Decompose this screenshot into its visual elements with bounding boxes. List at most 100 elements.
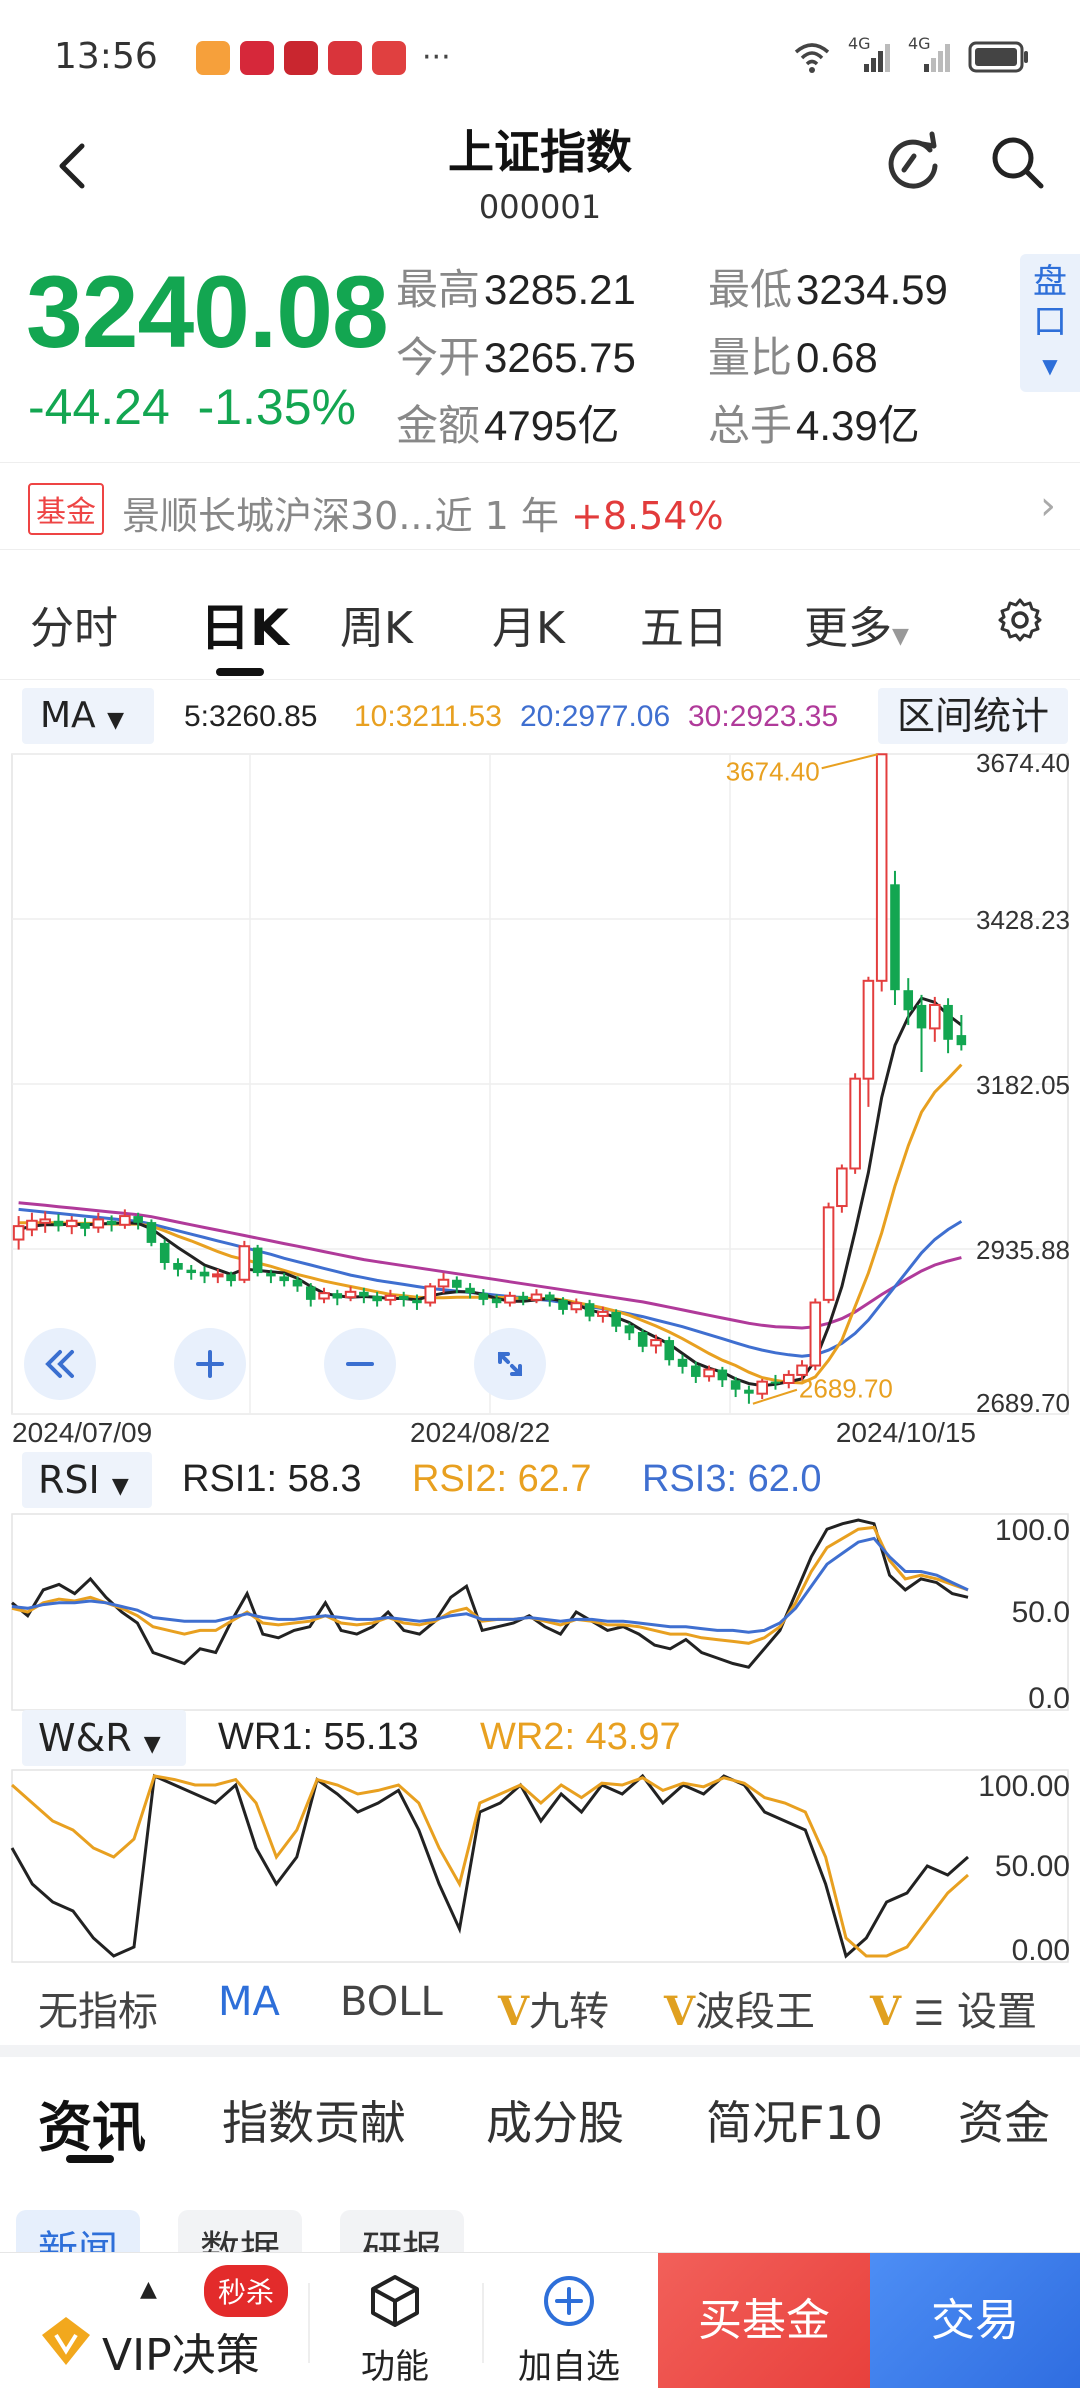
candle-body xyxy=(119,1215,131,1226)
tab-news-feed[interactable]: 资讯 xyxy=(38,2083,146,2162)
candle-body xyxy=(437,1278,450,1288)
refresh-icon[interactable] xyxy=(880,130,946,196)
ma20-value: 20:2977.06 xyxy=(520,700,671,733)
tab-monthly-k[interactable]: 月K xyxy=(492,592,565,656)
wr-chart[interactable]: 100.00 50.00 0.00 xyxy=(0,1768,1080,1964)
change-percent: -1.35% xyxy=(197,379,357,435)
tab-constituents[interactable]: 成分股 xyxy=(486,2087,624,2153)
candle-body xyxy=(332,1293,343,1299)
tab-five-day[interactable]: 五日 xyxy=(640,592,728,656)
fund-text: 景顺长城沪深30...近 1 年 +8.54% xyxy=(122,485,724,540)
candle-body xyxy=(305,1286,316,1300)
stat-volume-ratio: 量比0.68 xyxy=(708,324,878,385)
candle-body xyxy=(359,1291,369,1297)
zoom-in-button[interactable] xyxy=(174,1328,246,1400)
y-tick-label: 2935.88 xyxy=(976,1235,1070,1265)
ma-selector[interactable]: MA ▼ xyxy=(22,688,154,744)
price-change: -44.24 -1.35% xyxy=(28,378,356,436)
ma-selector-label: MA xyxy=(40,695,96,736)
rsi-chart[interactable]: 100.0 50.0 0.0 xyxy=(0,1512,1080,1712)
y-tick-label: 50.00 xyxy=(995,1850,1070,1883)
bottom-action-bar: VIP决策 ▲ 秒杀 功能 加自选 买基金 交易 xyxy=(0,2252,1080,2388)
tab-index-contribution[interactable]: 指数贡献 xyxy=(222,2087,406,2153)
kline-chart[interactable]: 3674.40 3428.23 3182.05 2935.88 2689.70 2024/… xyxy=(0,748,1080,1448)
buy-fund-button[interactable]: 买基金 xyxy=(658,2253,870,2388)
tab-weekly-k[interactable]: 周K xyxy=(340,592,413,656)
candle-body xyxy=(252,1247,263,1274)
scroll-left-button[interactable] xyxy=(24,1328,96,1400)
ma-legend-row: MA ▼ 5:3260.85 10:3211.53 20:2977.06 30:… xyxy=(0,688,1080,748)
range-stats-button[interactable]: 区间统计 xyxy=(878,688,1068,744)
candle-body xyxy=(597,1310,609,1317)
caret-down-icon: ▼ xyxy=(111,1474,129,1499)
caret-down-icon: ▼ xyxy=(1042,354,1058,378)
indicator-none[interactable]: 无指标 xyxy=(38,1979,158,2037)
app-notification-icon xyxy=(284,40,318,75)
wr-legend-row: W&R ▼ WR1: 55.13 WR2: 43.97 xyxy=(0,1710,1080,1770)
candle-body xyxy=(292,1279,303,1287)
candle-body xyxy=(809,1301,822,1367)
series-line-rsi2 xyxy=(11,1525,969,1645)
candle-body xyxy=(279,1276,289,1282)
x-tick-label: 2024/10/15 xyxy=(836,1417,976,1448)
candle-body xyxy=(133,1216,143,1223)
fund-promo-banner[interactable]: 基金 景顺长城沪深30...近 1 年 +8.54% › xyxy=(0,462,1080,550)
indicator-nine-turn[interactable]: V九转 xyxy=(498,1979,609,2037)
search-icon[interactable] xyxy=(985,130,1051,196)
add-watchlist-button[interactable]: 加自选 xyxy=(494,2273,644,2388)
ma5-value: 5:3260.85 xyxy=(184,700,318,733)
indicator-settings[interactable]: V ☰ 设置 xyxy=(870,1979,1037,2037)
indicator-settings-label: 设置 xyxy=(956,1989,1037,2035)
more-notifications-icon: ··· xyxy=(422,40,451,75)
candle-body xyxy=(146,1222,157,1243)
tab-profile-f10[interactable]: 简况F10 xyxy=(706,2087,883,2153)
candle-body xyxy=(173,1262,183,1270)
candle-body xyxy=(412,1299,422,1304)
candle-body xyxy=(730,1380,741,1390)
stat-label: 总手 xyxy=(708,402,793,449)
y-tick-label: 2689.70 xyxy=(976,1388,1070,1418)
candle-body xyxy=(744,1389,754,1394)
chart-frame xyxy=(11,1769,1069,1963)
cube-icon xyxy=(371,2275,419,2327)
vip-decision-button[interactable]: VIP决策 ▲ 秒杀 xyxy=(36,2265,306,2381)
chart-frame xyxy=(11,1513,1069,1711)
trade-button[interactable]: 交易 xyxy=(870,2253,1080,2388)
wr-selector[interactable]: W&R ▼ xyxy=(22,1710,186,1766)
stat-value: 3265.75 xyxy=(484,334,636,381)
tab-daily-k[interactable]: 日K xyxy=(200,588,289,660)
indicator-wave-king[interactable]: V波段王 xyxy=(664,1979,815,2037)
rsi-selector[interactable]: RSI ▼ xyxy=(22,1452,152,1508)
indicator-wave-king-label: 波段王 xyxy=(695,1989,816,2035)
functions-label: 功能 xyxy=(361,2347,429,2387)
signal-icon xyxy=(864,44,890,72)
indicator-boll[interactable]: BOLL xyxy=(340,1979,443,2025)
wr-selector-label: W&R xyxy=(38,1716,132,1760)
candle-body xyxy=(504,1294,516,1304)
order-book-button[interactable]: 盘口 ▼ xyxy=(1020,254,1080,392)
indicator-tabs: 无指标 MA BOLL V九转 V波段王 V ☰ 设置 xyxy=(0,1965,1080,2045)
stat-low: 最低3234.59 xyxy=(708,256,948,317)
zoom-out-button[interactable] xyxy=(324,1328,396,1400)
candle-body xyxy=(703,1368,715,1378)
low-marker-label: 2689.70 xyxy=(799,1374,893,1404)
candle-body xyxy=(903,990,914,1011)
candle-body xyxy=(106,1220,117,1225)
candle-body xyxy=(92,1218,105,1229)
indicator-ma[interactable]: MA xyxy=(218,1979,280,2025)
gear-icon[interactable] xyxy=(996,596,1044,644)
candle-body xyxy=(862,979,875,1080)
fullscreen-button[interactable] xyxy=(474,1328,546,1400)
tab-capital[interactable]: 资金 xyxy=(958,2087,1050,2153)
tab-more[interactable]: 更多▼ xyxy=(804,592,909,656)
y-tick-label: 0.00 xyxy=(1012,1934,1070,1964)
double-chevron-left-icon xyxy=(45,1350,74,1378)
fund-return: +8.54% xyxy=(571,494,724,538)
tab-intraday[interactable]: 分时 xyxy=(30,592,118,656)
caret-up-icon: ▲ xyxy=(140,2277,157,2302)
functions-button[interactable]: 功能 xyxy=(320,2273,470,2388)
flash-sale-badge: 秒杀 xyxy=(204,2265,289,2317)
expand-icon xyxy=(498,1352,522,1376)
vip-diamond-icon xyxy=(42,2317,90,2365)
rsi1-value: RSI1: 58.3 xyxy=(182,1458,362,1500)
